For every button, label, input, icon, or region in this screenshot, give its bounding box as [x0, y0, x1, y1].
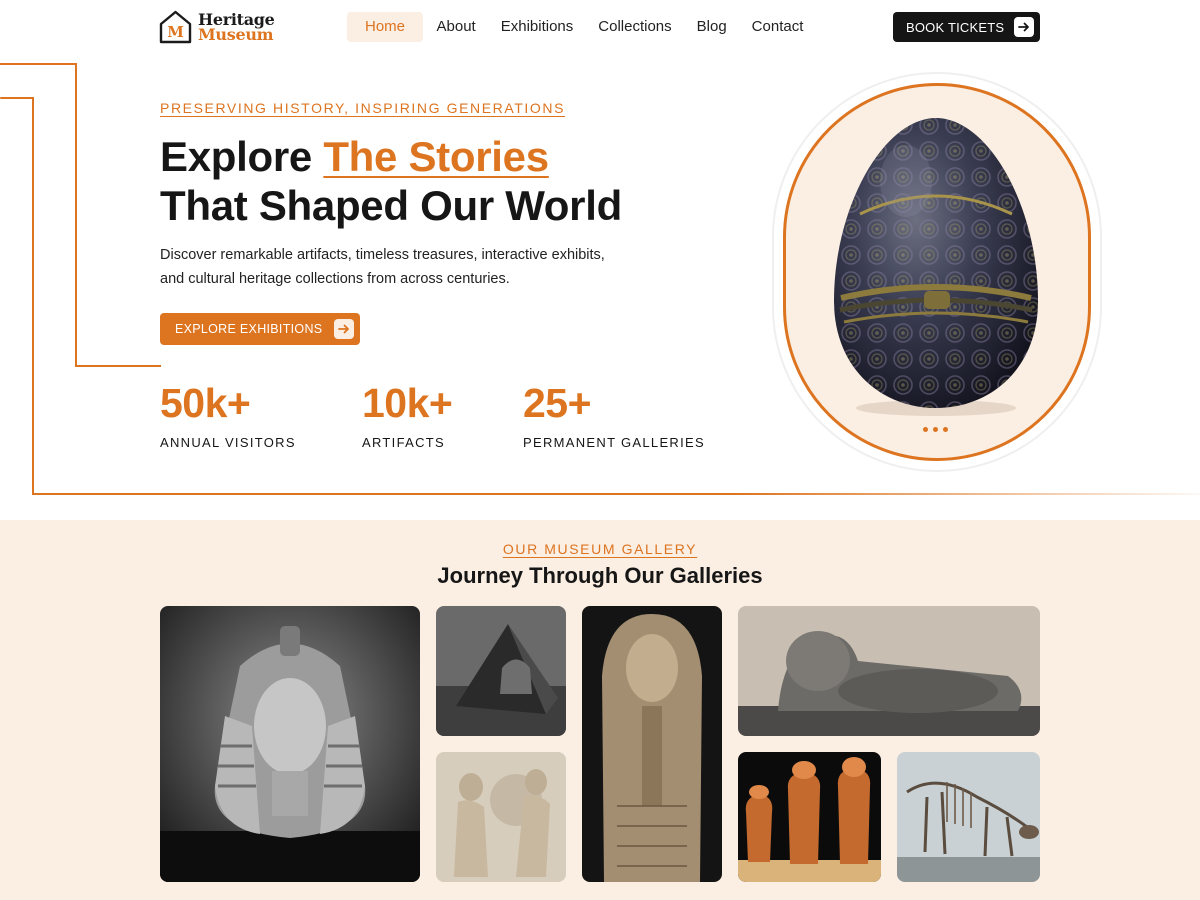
nav-about[interactable]: About	[424, 12, 488, 42]
book-tickets-button[interactable]: BOOK TICKETS	[893, 12, 1040, 42]
nav-blog[interactable]: Blog	[684, 12, 739, 42]
hero-title-part1: Explore	[160, 133, 324, 180]
site-header: M Heritage Museum Home About Exhibitions…	[0, 0, 1200, 56]
hero-title-line2: That Shaped Our World	[160, 182, 622, 229]
gallery-tile-dinosaur-skeleton[interactable]	[897, 752, 1040, 882]
gallery-eyebrow: OUR MUSEUM GALLERY	[502, 541, 698, 557]
svg-text:M: M	[167, 23, 184, 41]
stat-value: 10k+	[362, 380, 453, 426]
decor-line	[0, 97, 33, 99]
hero-title-accent: The Stories	[323, 133, 549, 180]
hero-description: Discover remarkable artifacts, timeless …	[160, 247, 605, 287]
decor-line	[75, 63, 77, 367]
nav-exhibitions[interactable]: Exhibitions	[488, 12, 586, 42]
stat-annual-visitors: 50k+ ANNUAL VISITORS	[160, 378, 296, 450]
brand-logo[interactable]: M Heritage Museum	[159, 10, 275, 44]
stat-value: 25+	[523, 380, 592, 426]
stat-label: ANNUAL VISITORS	[160, 435, 296, 450]
book-tickets-label: BOOK TICKETS	[906, 19, 1005, 35]
carousel-dot[interactable]	[943, 427, 948, 432]
stat-label: PERMANENT GALLERIES	[523, 435, 705, 450]
stat-permanent-galleries: 25+ PERMANENT GALLERIES	[523, 378, 705, 450]
gallery-tile-pyramid[interactable]	[436, 606, 566, 736]
arrow-right-icon	[334, 319, 354, 339]
gallery-tile-sarcophagus[interactable]	[582, 606, 722, 882]
explore-exhibitions-label: EXPLORE EXHIBITIONS	[175, 322, 323, 336]
ornate-egg-image	[834, 118, 1038, 416]
explore-exhibitions-button[interactable]: EXPLORE EXHIBITIONS	[160, 313, 360, 345]
nav-contact[interactable]: Contact	[739, 12, 816, 42]
main-nav: Home About Exhibitions Collections Blog …	[347, 12, 816, 42]
carousel-dots[interactable]	[923, 427, 948, 432]
hero-title: Explore The Stories That Shaped Our Worl…	[160, 132, 622, 230]
carousel-dot[interactable]	[933, 427, 938, 432]
carousel-dot[interactable]	[923, 427, 928, 432]
stat-label: ARTIFACTS	[362, 435, 445, 450]
gallery-section: OUR MUSEUM GALLERY Journey Through Our G…	[0, 520, 1200, 900]
decor-line	[32, 493, 1200, 495]
stat-artifacts: 10k+ ARTIFACTS	[362, 378, 453, 450]
gallery-tile-marble-relief[interactable]	[436, 752, 566, 882]
nav-collections[interactable]: Collections	[586, 12, 684, 42]
gallery-tile-lion-statue[interactable]	[738, 606, 1040, 736]
decor-line	[32, 97, 34, 495]
stat-value: 50k+	[160, 380, 251, 426]
decor-line	[75, 365, 161, 367]
arrow-right-icon	[1014, 17, 1034, 37]
gallery-tile-canopic-jars[interactable]	[738, 752, 881, 882]
nav-home[interactable]: Home	[347, 12, 424, 42]
museum-house-icon: M	[159, 10, 192, 44]
hero-image	[783, 83, 1091, 461]
decor-line	[0, 63, 77, 65]
gallery-title: Journey Through Our Galleries	[437, 563, 763, 588]
brand-name-line2: Museum	[198, 25, 274, 44]
gallery-tile-pharaoh-bust[interactable]	[160, 606, 420, 882]
hero-eyebrow: PRESERVING HISTORY, INSPIRING GENERATION…	[160, 100, 566, 116]
